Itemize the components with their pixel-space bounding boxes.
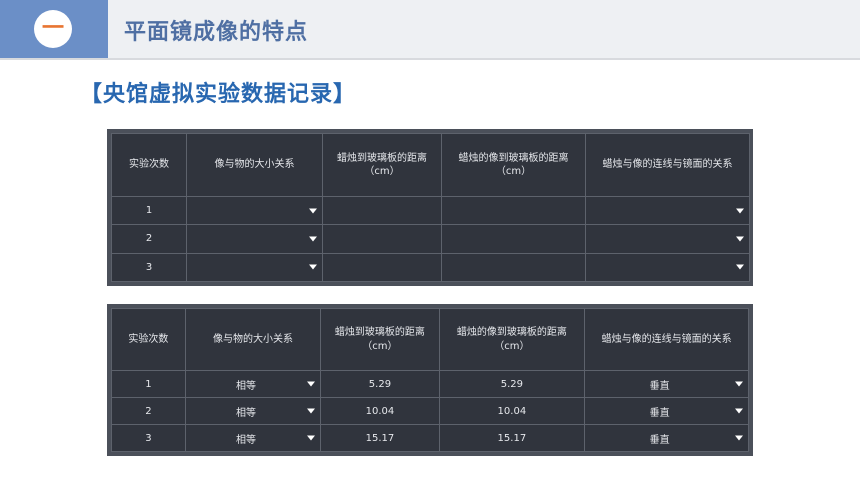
candle-distance-input[interactable]: 5.29 [320, 370, 440, 398]
header-divider [0, 58, 860, 60]
dropdown-arrow-icon [309, 264, 317, 270]
table-row: 1 [111, 195, 750, 226]
image-distance-input[interactable]: 10.04 [438, 397, 586, 425]
table-header-row: 实验次数 像与物的大小关系 蜡烛到玻璃板的距离（cm） 蜡烛的像到玻璃板的距离（… [111, 133, 750, 197]
line-relation-select[interactable] [585, 224, 750, 254]
line-relation-value: 垂直 [649, 380, 670, 392]
column-header-size-relation: 像与物的大小关系 [184, 308, 322, 371]
dropdown-arrow-icon [307, 381, 316, 387]
dropdown-arrow-icon [736, 236, 744, 242]
dropdown-arrow-icon [736, 208, 744, 214]
size-relation-select[interactable]: 相等 [184, 424, 322, 452]
line-relation-select[interactable] [585, 195, 750, 226]
dropdown-arrow-icon [307, 408, 316, 414]
header-bar: 平面镜成像的特点 [108, 0, 860, 58]
candle-distance-input[interactable]: 15.17 [320, 424, 440, 452]
column-header-size-relation: 像与物的大小关系 [186, 133, 323, 197]
filled-record-table: 实验次数 像与物的大小关系 蜡烛到玻璃板的距离（cm） 蜡烛的像到玻璃板的距离（… [107, 304, 753, 456]
trial-cell: 2 [111, 224, 187, 254]
image-distance-input[interactable]: 5.29 [438, 370, 586, 398]
table-row: 3 相等 15.17 15.17 垂直 [111, 424, 749, 452]
line-relation-select[interactable]: 垂直 [584, 424, 749, 452]
badge-number: 一 [41, 16, 64, 41]
column-header-image-distance: 蜡烛的像到玻璃板的距离（cm） [441, 133, 586, 197]
column-header-trial: 实验次数 [111, 308, 186, 371]
line-relation-value: 垂直 [649, 434, 670, 446]
column-header-candle-distance: 蜡烛到玻璃板的距离（cm） [320, 308, 440, 371]
size-relation-value: 相等 [236, 434, 257, 446]
candle-distance-input[interactable] [322, 224, 442, 254]
badge-circle: 一 [34, 10, 72, 48]
size-relation-select[interactable] [186, 252, 323, 283]
dropdown-arrow-icon [735, 435, 743, 441]
dropdown-arrow-icon [736, 264, 744, 270]
dropdown-arrow-icon [735, 408, 743, 414]
trial-cell: 1 [111, 370, 186, 398]
column-header-line-relation: 蜡烛与像的连线与镜面的关系 [584, 308, 749, 371]
empty-record-table: 实验次数 像与物的大小关系 蜡烛到玻璃板的距离（cm） 蜡烛的像到玻璃板的距离（… [107, 129, 753, 286]
size-relation-value: 相等 [236, 407, 257, 419]
dropdown-arrow-icon [735, 381, 743, 387]
section-number-badge: 一 [0, 0, 108, 58]
dropdown-arrow-icon [309, 236, 317, 242]
candle-distance-input[interactable] [322, 195, 442, 226]
size-relation-select[interactable]: 相等 [184, 397, 322, 425]
size-relation-select[interactable] [186, 195, 323, 226]
line-relation-select[interactable]: 垂直 [584, 397, 749, 425]
column-header-image-distance: 蜡烛的像到玻璃板的距离（cm） [438, 308, 586, 371]
trial-cell: 3 [111, 424, 186, 452]
dropdown-arrow-icon [307, 435, 316, 441]
image-distance-input[interactable] [441, 252, 586, 283]
page-title: 平面镜成像的特点 [124, 20, 309, 45]
line-relation-select[interactable] [585, 252, 750, 283]
dropdown-arrow-icon [309, 208, 317, 214]
line-relation-select[interactable]: 垂直 [584, 370, 749, 398]
trial-cell: 3 [111, 252, 187, 283]
size-relation-select[interactable]: 相等 [184, 370, 322, 398]
image-distance-input[interactable] [441, 195, 586, 226]
table-header-row: 实验次数 像与物的大小关系 蜡烛到玻璃板的距离（cm） 蜡烛的像到玻璃板的距离（… [111, 308, 749, 371]
section-title: 【央馆虚拟实验数据记录】 [80, 82, 357, 107]
trial-cell: 2 [111, 397, 186, 425]
image-distance-input[interactable] [441, 224, 586, 254]
size-relation-select[interactable] [186, 224, 323, 254]
candle-distance-input[interactable]: 10.04 [320, 397, 440, 425]
column-header-trial: 实验次数 [111, 133, 187, 197]
size-relation-value: 相等 [236, 380, 257, 392]
column-header-line-relation: 蜡烛与像的连线与镜面的关系 [585, 133, 750, 197]
candle-distance-input[interactable] [322, 252, 442, 283]
line-relation-value: 垂直 [649, 407, 670, 419]
column-header-candle-distance: 蜡烛到玻璃板的距离（cm） [322, 133, 442, 197]
image-distance-input[interactable]: 15.17 [438, 424, 586, 452]
trial-cell: 1 [111, 195, 187, 226]
table-row: 2 相等 10.04 10.04 垂直 [111, 397, 749, 425]
table-row: 3 [111, 252, 750, 283]
table-row: 1 相等 5.29 5.29 垂直 [111, 370, 749, 398]
table-row: 2 [111, 224, 750, 254]
slide-header: 一 平面镜成像的特点 [0, 0, 860, 60]
